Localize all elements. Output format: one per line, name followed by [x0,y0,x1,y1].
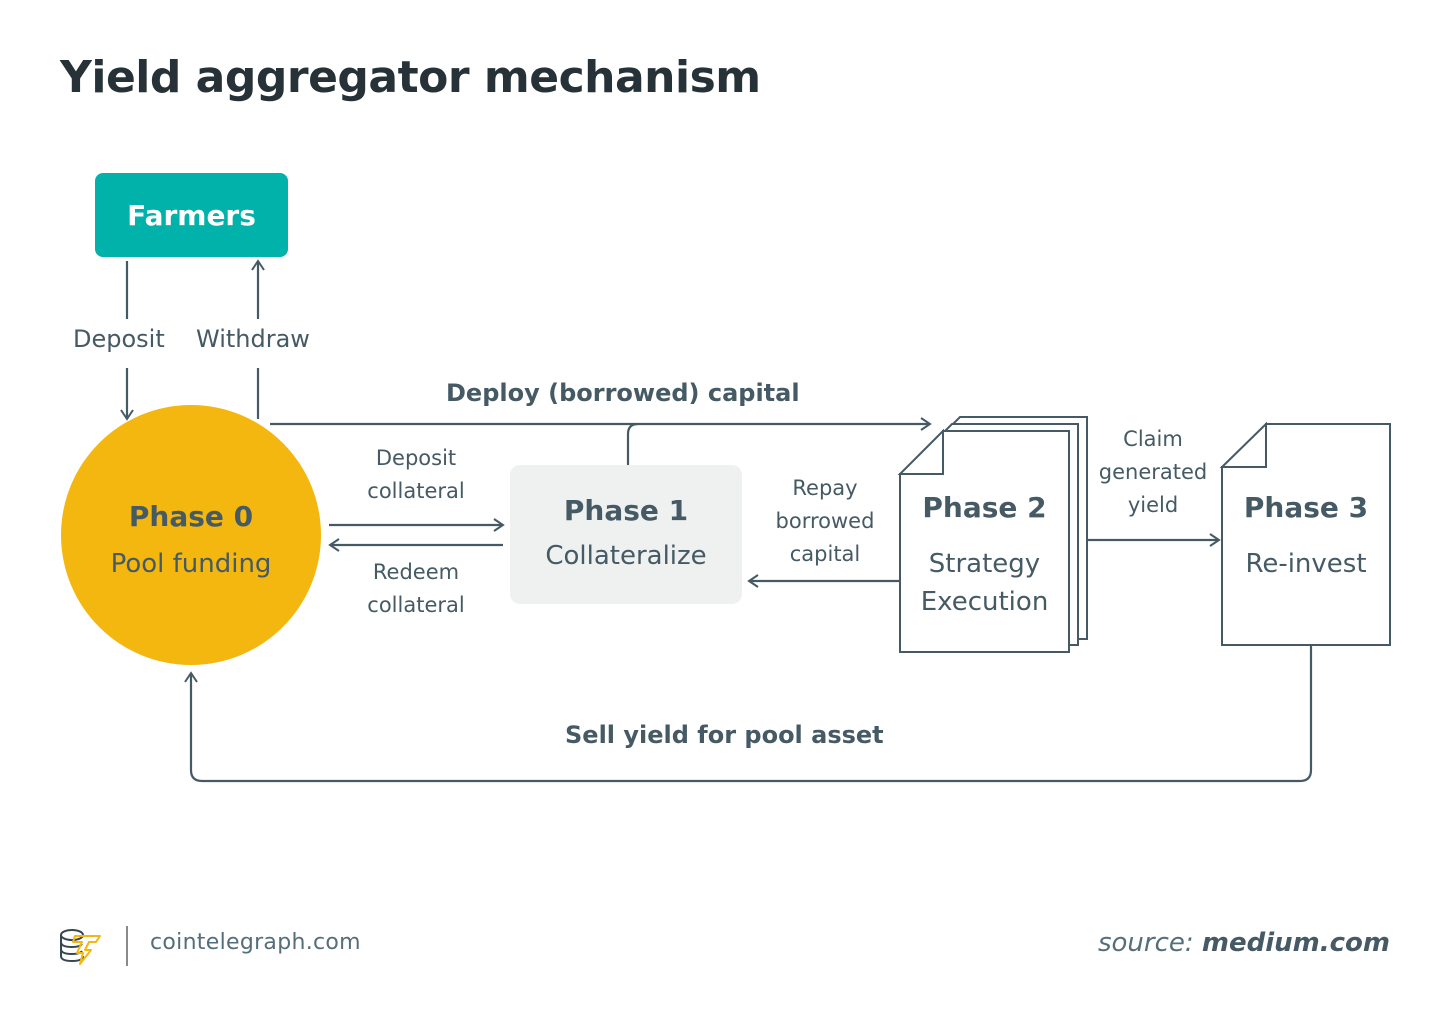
withdraw-label: Withdraw [196,325,310,353]
repay-borrowed-capital-label: Repay borrowed capital [755,472,895,571]
phase2-title: Phase 2 [922,491,1047,524]
phase3-document [1219,421,1391,646]
sell-yield-label: Sell yield for pool asset [565,721,884,749]
phase1-title: Phase 1 [563,494,689,527]
footer-separator [126,926,128,966]
cointelegraph-logo-icon [60,929,101,965]
deploy-capital-label: Deploy (borrowed) capital [446,379,800,407]
phase0-title: Phase 0 [128,500,254,533]
farmers-node: Farmers [95,173,288,257]
farmers-label: Farmers [127,198,256,232]
footer-site-link[interactable]: cointelegraph.com [150,930,361,955]
phase2-subtitle: Strategy Execution [900,545,1069,621]
deposit-collateral-label: Deposit collateral [340,442,492,508]
redeem-collateral-line1: Redeem [372,560,460,584]
phase2-subtitle-line1: Strategy [928,549,1041,579]
claim-line2: generated [1098,460,1208,484]
source-label: source: [1097,928,1194,958]
phase0-node [61,405,321,665]
phase0-subtitle: Pool funding [110,549,272,579]
sell-yield-arrow [184,646,1313,783]
phase3-subtitle: Re-invest [1245,549,1367,579]
redeem-collateral-line2: collateral [367,593,465,617]
source-credit: source: medium.com [1098,928,1390,958]
redeem-collateral-label: Redeem collateral [340,556,492,622]
deposit-label: Deposit [73,325,165,353]
phase2-subtitle-line2: Execution [920,587,1049,617]
phase3-doc-fold [1219,421,1267,468]
phase3-title: Phase 3 [1243,491,1369,524]
phase2-doc-fold [897,428,944,475]
source-value[interactable]: medium.com [1202,928,1390,958]
claim-line3: yield [1127,493,1179,517]
deposit-collateral-line2: collateral [367,479,465,503]
deposit-collateral-line1: Deposit [375,446,457,470]
repay-line2: borrowed [775,509,875,533]
phase1-subtitle: Collateralize [545,541,707,571]
repay-line1: Repay [792,476,858,500]
claim-generated-yield-label: Claim generated yield [1088,423,1218,522]
repay-line3: capital [789,542,861,566]
phase1-to-deploy-connector [626,422,639,466]
claim-line1: Claim [1123,427,1183,451]
phase1-node [510,465,742,604]
